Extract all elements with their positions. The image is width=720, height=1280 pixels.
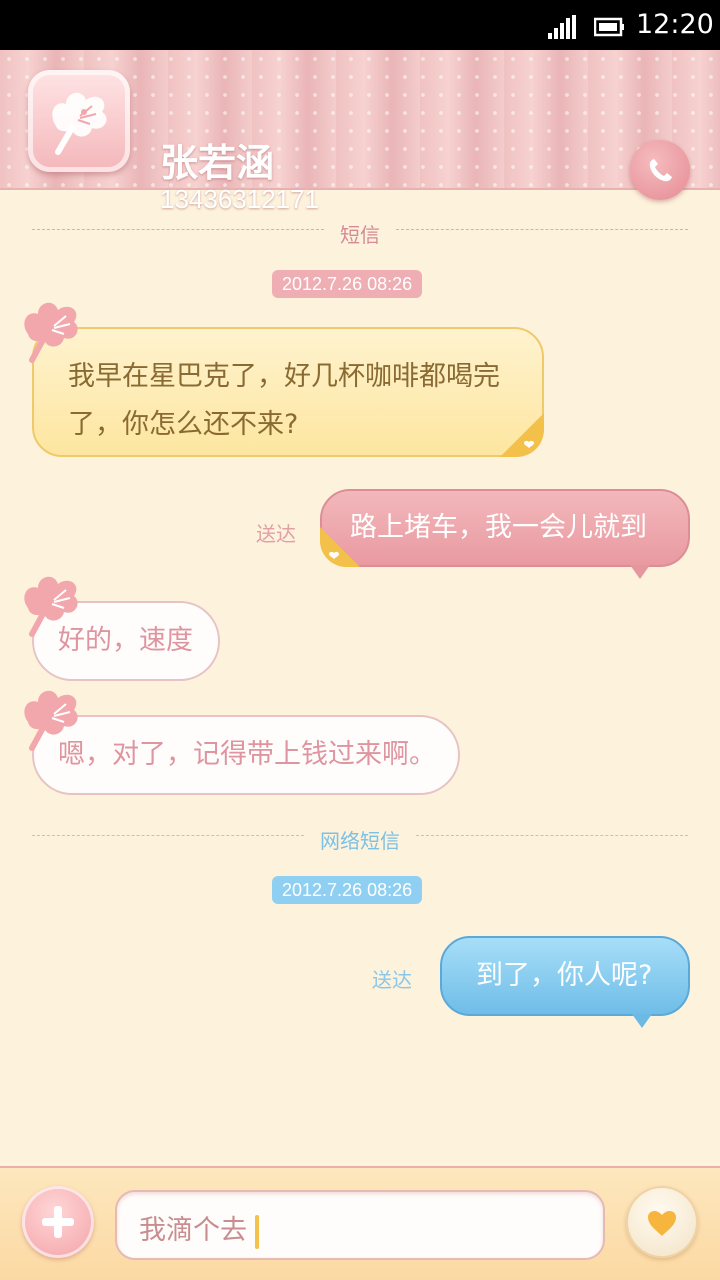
incoming-message-bubble[interactable]: 我早在星巴克了，好几杯咖啡都喝完 了，你怎么还不来? [32,327,544,457]
message-text: 路上堵车，我一会儿就到 [350,512,647,543]
delivery-status: 送达 [256,522,296,546]
heart-corner-icon [500,413,544,457]
send-button[interactable] [626,1186,698,1258]
signal-icon [548,15,576,39]
message-text: 嗯，对了，记得带上钱过来啊。 [58,739,436,770]
status-bar: 12:20 [0,0,720,50]
battery-icon [594,17,624,37]
contact-avatar[interactable] [28,70,130,172]
conversation-header: 张若涵 13436312171 [0,50,720,214]
heart-icon [648,1210,676,1236]
outgoing-message-bubble[interactable]: 路上堵车，我一会儿就到 [320,489,690,579]
delivery-status: 送达 [372,968,412,992]
timestamp-badge: 2012.7.26 08:26 [272,270,423,298]
sender-flower-icon [24,690,78,751]
call-button[interactable] [630,140,690,200]
message-input[interactable]: 我滴个去 [115,1190,605,1260]
heart-corner-icon [320,527,360,567]
plus-icon [42,1206,74,1238]
phone-icon [649,159,672,182]
bubble-tail [630,565,650,579]
section-label: 网络短信 [320,829,400,853]
sender-flower-icon [24,576,78,637]
incoming-message-bubble[interactable]: 嗯，对了，记得带上钱过来啊。 [32,715,460,795]
text-caret [255,1214,259,1249]
sender-flower-icon [24,302,78,363]
section-divider-sms: 短信 [32,219,688,247]
message-input-text: 我滴个去 [139,1215,247,1246]
compose-bar: 我滴个去 [0,1166,720,1280]
contact-name: 张若涵 [160,141,275,185]
section-divider-network-sms: 网络短信 [32,825,688,853]
timestamp-badge: 2012.7.26 08:26 [272,876,423,904]
bubble-tail [632,1014,652,1028]
section-label: 短信 [340,223,380,247]
contact-phone: 13436312171 [160,184,320,214]
message-text: 我早在星巴克了，好几杯咖啡都喝完 [68,361,500,392]
status-time: 12:20 [636,9,714,40]
add-attachment-button[interactable] [22,1186,94,1258]
message-text: 了，你怎么还不来? [68,409,299,440]
message-text: 到了，你人呢? [476,960,653,991]
flower-icon [52,92,107,155]
outgoing-message-bubble[interactable]: 到了，你人呢? [440,936,690,1028]
